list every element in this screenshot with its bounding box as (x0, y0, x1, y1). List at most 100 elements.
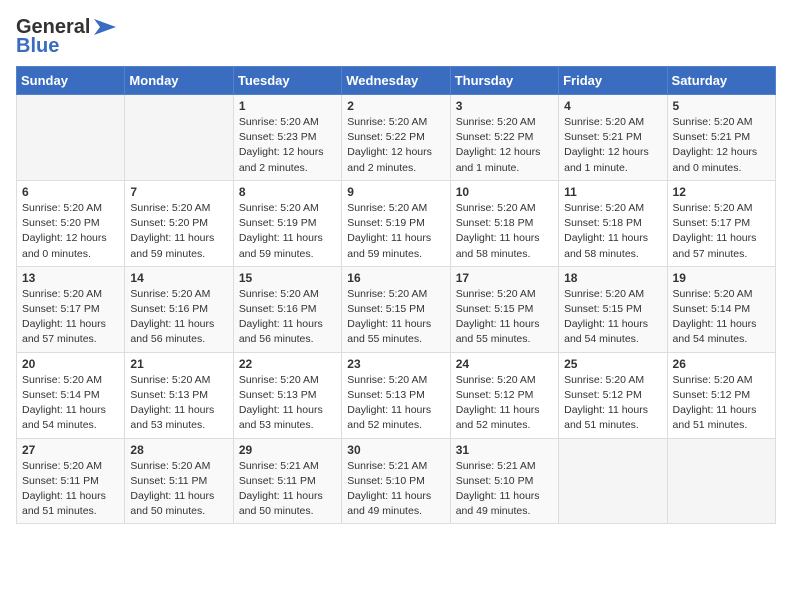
day-number: 26 (673, 357, 770, 371)
calendar-cell: 2 Sunrise: 5:20 AMSunset: 5:22 PMDaylight… (342, 95, 450, 181)
day-info: Sunrise: 5:20 AMSunset: 5:16 PMDaylight:… (239, 287, 336, 348)
calendar-day-header: Saturday (667, 67, 775, 95)
day-number: 4 (564, 99, 661, 113)
calendar-cell: 23 Sunrise: 5:20 AMSunset: 5:13 PMDayligh… (342, 352, 450, 438)
calendar-cell: 19Sunrise: 5:20 AMSunset: 5:14 PMDayligh… (667, 266, 775, 352)
day-info: Sunrise: 5:21 AMSunset: 5:10 PMDaylight:… (347, 459, 444, 520)
calendar-cell (667, 438, 775, 524)
day-info: Sunrise: 5:20 AMSunset: 5:13 PMDaylight:… (130, 373, 227, 434)
day-info: Sunrise: 5:20 AMSunset: 5:13 PMDaylight:… (239, 373, 336, 434)
calendar-cell: 6 Sunrise: 5:20 AMSunset: 5:20 PMDaylight… (17, 180, 125, 266)
calendar-cell: 13 Sunrise: 5:20 AMSunset: 5:17 PMDayligh… (17, 266, 125, 352)
calendar-cell: 20 Sunrise: 5:20 AMSunset: 5:14 PMDayligh… (17, 352, 125, 438)
day-info: Sunrise: 5:20 AMSunset: 5:13 PMDaylight:… (347, 373, 444, 434)
day-info: Sunrise: 5:20 AMSunset: 5:17 PMDaylight:… (22, 287, 119, 348)
day-info: Sunrise: 5:20 AMSunset: 5:11 PMDaylight:… (22, 459, 119, 520)
calendar-cell: 27Sunrise: 5:20 AMSunset: 5:11 PMDayligh… (17, 438, 125, 524)
day-info: Sunrise: 5:20 AMSunset: 5:14 PMDaylight:… (22, 373, 119, 434)
calendar-cell: 15 Sunrise: 5:20 AMSunset: 5:16 PMDayligh… (233, 266, 341, 352)
day-number: 24 (456, 357, 553, 371)
calendar-week-row: 20 Sunrise: 5:20 AMSunset: 5:14 PMDayligh… (17, 352, 776, 438)
day-info: Sunrise: 5:20 AMSunset: 5:11 PMDaylight:… (130, 459, 227, 520)
day-number: 16 (347, 271, 444, 285)
day-info: Sunrise: 5:20 AMSunset: 5:15 PMDaylight:… (456, 287, 553, 348)
day-info: Sunrise: 5:20 AMSunset: 5:22 PMDaylight:… (456, 115, 553, 176)
day-info: Sunrise: 5:20 AMSunset: 5:15 PMDaylight:… (347, 287, 444, 348)
calendar-table: SundayMondayTuesdayWednesdayThursdayFrid… (16, 66, 776, 524)
day-info: Sunrise: 5:20 AMSunset: 5:16 PMDaylight:… (130, 287, 227, 348)
page-header: General Blue (16, 16, 776, 58)
day-number: 15 (239, 271, 336, 285)
day-number: 1 (239, 99, 336, 113)
day-info: Sunrise: 5:21 AMSunset: 5:11 PMDaylight:… (239, 459, 336, 520)
day-info: Sunrise: 5:20 AMSunset: 5:19 PMDaylight:… (347, 201, 444, 262)
day-number: 17 (456, 271, 553, 285)
calendar-day-header: Thursday (450, 67, 558, 95)
day-number: 18 (564, 271, 661, 285)
day-info: Sunrise: 5:21 AMSunset: 5:10 PMDaylight:… (456, 459, 553, 520)
day-number: 10 (456, 185, 553, 199)
calendar-cell: 21Sunrise: 5:20 AMSunset: 5:13 PMDayligh… (125, 352, 233, 438)
day-info: Sunrise: 5:20 AMSunset: 5:15 PMDaylight:… (564, 287, 661, 348)
day-number: 23 (347, 357, 444, 371)
day-info: Sunrise: 5:20 AMSunset: 5:20 PMDaylight:… (130, 201, 227, 262)
calendar-cell (125, 95, 233, 181)
day-number: 8 (239, 185, 336, 199)
calendar-cell (559, 438, 667, 524)
day-info: Sunrise: 5:20 AMSunset: 5:12 PMDaylight:… (564, 373, 661, 434)
calendar-cell: 25Sunrise: 5:20 AMSunset: 5:12 PMDayligh… (559, 352, 667, 438)
calendar-cell: 10Sunrise: 5:20 AMSunset: 5:18 PMDayligh… (450, 180, 558, 266)
calendar-cell: 29 Sunrise: 5:21 AMSunset: 5:11 PMDayligh… (233, 438, 341, 524)
calendar-cell: 16 Sunrise: 5:20 AMSunset: 5:15 PMDayligh… (342, 266, 450, 352)
day-info: Sunrise: 5:20 AMSunset: 5:17 PMDaylight:… (673, 201, 770, 262)
calendar-week-row: 13 Sunrise: 5:20 AMSunset: 5:17 PMDayligh… (17, 266, 776, 352)
day-info: Sunrise: 5:20 AMSunset: 5:22 PMDaylight:… (347, 115, 444, 176)
day-info: Sunrise: 5:20 AMSunset: 5:12 PMDaylight:… (673, 373, 770, 434)
calendar-cell: 8 Sunrise: 5:20 AMSunset: 5:19 PMDaylight… (233, 180, 341, 266)
day-number: 14 (130, 271, 227, 285)
logo-arrow-icon (94, 19, 116, 35)
calendar-cell (17, 95, 125, 181)
day-number: 28 (130, 443, 227, 457)
calendar-cell: 12Sunrise: 5:20 AMSunset: 5:17 PMDayligh… (667, 180, 775, 266)
day-number: 22 (239, 357, 336, 371)
calendar-cell: 7 Sunrise: 5:20 AMSunset: 5:20 PMDaylight… (125, 180, 233, 266)
day-number: 2 (347, 99, 444, 113)
calendar-day-header: Wednesday (342, 67, 450, 95)
calendar-cell: 11Sunrise: 5:20 AMSunset: 5:18 PMDayligh… (559, 180, 667, 266)
calendar-cell: 5Sunrise: 5:20 AMSunset: 5:21 PMDaylight… (667, 95, 775, 181)
day-info: Sunrise: 5:20 AMSunset: 5:21 PMDaylight:… (673, 115, 770, 176)
calendar-cell: 3 Sunrise: 5:20 AMSunset: 5:22 PMDaylight… (450, 95, 558, 181)
day-info: Sunrise: 5:20 AMSunset: 5:21 PMDaylight:… (564, 115, 661, 176)
day-info: Sunrise: 5:20 AMSunset: 5:20 PMDaylight:… (22, 201, 119, 262)
calendar-day-header: Friday (559, 67, 667, 95)
calendar-cell: 14 Sunrise: 5:20 AMSunset: 5:16 PMDayligh… (125, 266, 233, 352)
calendar-cell: 31 Sunrise: 5:21 AMSunset: 5:10 PMDayligh… (450, 438, 558, 524)
day-info: Sunrise: 5:20 AMSunset: 5:23 PMDaylight:… (239, 115, 336, 176)
calendar-cell: 22 Sunrise: 5:20 AMSunset: 5:13 PMDayligh… (233, 352, 341, 438)
calendar-week-row: 6 Sunrise: 5:20 AMSunset: 5:20 PMDaylight… (17, 180, 776, 266)
day-number: 19 (673, 271, 770, 285)
day-number: 11 (564, 185, 661, 199)
day-number: 9 (347, 185, 444, 199)
calendar-cell: 4 Sunrise: 5:20 AMSunset: 5:21 PMDaylight… (559, 95, 667, 181)
day-number: 29 (239, 443, 336, 457)
calendar-cell: 26 Sunrise: 5:20 AMSunset: 5:12 PMDayligh… (667, 352, 775, 438)
calendar-day-header: Monday (125, 67, 233, 95)
calendar-cell: 17 Sunrise: 5:20 AMSunset: 5:15 PMDayligh… (450, 266, 558, 352)
calendar-week-row: 1 Sunrise: 5:20 AMSunset: 5:23 PMDaylight… (17, 95, 776, 181)
day-number: 31 (456, 443, 553, 457)
calendar-cell: 30Sunrise: 5:21 AMSunset: 5:10 PMDayligh… (342, 438, 450, 524)
calendar-week-row: 27Sunrise: 5:20 AMSunset: 5:11 PMDayligh… (17, 438, 776, 524)
logo-blue: Blue (16, 35, 59, 58)
day-number: 20 (22, 357, 119, 371)
day-info: Sunrise: 5:20 AMSunset: 5:19 PMDaylight:… (239, 201, 336, 262)
day-number: 13 (22, 271, 119, 285)
day-number: 3 (456, 99, 553, 113)
calendar-day-header: Sunday (17, 67, 125, 95)
calendar-cell: 9 Sunrise: 5:20 AMSunset: 5:19 PMDaylight… (342, 180, 450, 266)
day-number: 7 (130, 185, 227, 199)
day-info: Sunrise: 5:20 AMSunset: 5:12 PMDaylight:… (456, 373, 553, 434)
calendar-header-row: SundayMondayTuesdayWednesdayThursdayFrid… (17, 67, 776, 95)
day-number: 6 (22, 185, 119, 199)
